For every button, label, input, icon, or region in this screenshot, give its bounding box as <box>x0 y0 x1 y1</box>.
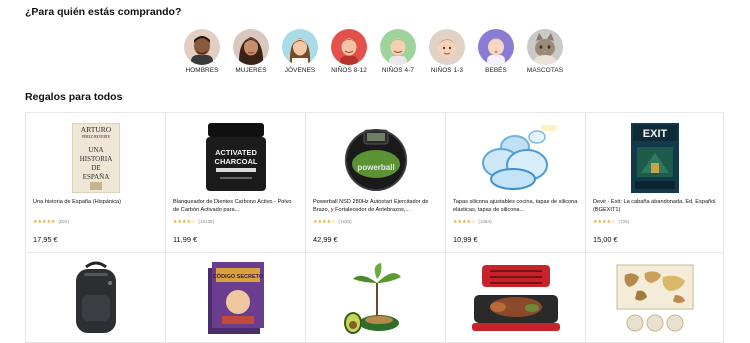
page-title: ¿Para quién estás comprando? <box>25 6 182 18</box>
book-title-line: HISTORIA <box>79 155 112 163</box>
jar-label-line: CHARCOAL <box>214 157 257 166</box>
review-count: (1064) <box>478 219 492 224</box>
book-author-surname: PÉREZ-REVERTE <box>81 134 110 139</box>
cat-avatar-icon <box>527 29 563 65</box>
category-mujeres[interactable]: MUJERES <box>227 29 275 74</box>
product-rating: ★★★★☆ (725) <box>593 219 629 225</box>
book-title-line: ESPAÑA <box>82 173 109 181</box>
silicone-lids-icon <box>446 121 585 195</box>
category-jovenes[interactable]: JÓVENES <box>276 29 324 74</box>
product-title[interactable]: Una historia de España (Hispánica) <box>33 198 159 215</box>
powerball-icon: powerball <box>306 121 445 195</box>
product-rating: ★★★★☆ (15135) <box>173 219 214 225</box>
category-ninos-8-12[interactable]: NIÑOS 8-12 <box>325 29 373 74</box>
toddler-avatar-icon <box>429 29 465 65</box>
review-count: (824) <box>58 219 70 224</box>
product-grid: ARTURO PÉREZ-REVERTE UNA HISTORIA DE ESP… <box>25 112 724 343</box>
card-game-box-icon: CÓDIGO SECRETO <box>166 261 305 335</box>
category-label: MASCOTAS <box>526 67 564 74</box>
category-label: HOMBRES <box>185 67 219 74</box>
category-ninos-4-7[interactable]: NIÑOS 4-7 <box>374 29 422 74</box>
product-price: 10,99 € <box>453 235 478 244</box>
star-rating-icon: ★★★★☆ <box>313 219 336 225</box>
product-card[interactable]: ARTURO PÉREZ-REVERTE UNA HISTORIA DE ESP… <box>26 113 166 253</box>
box-title: EXIT <box>642 128 667 140</box>
backpack-icon <box>26 261 165 335</box>
review-count: (725) <box>618 219 630 224</box>
product-rating: ★★★★☆ (1630) <box>313 219 352 225</box>
scratch-map-icon <box>586 261 723 335</box>
product-price: 42,99 € <box>313 235 338 244</box>
man-avatar-icon <box>184 29 220 65</box>
product-card[interactable] <box>586 253 724 343</box>
product-title[interactable]: Tapas silicona ajustables cocina, tapas … <box>453 198 579 215</box>
book-author: ARTURO <box>80 125 111 134</box>
jar-label-line: ACTIVATED <box>215 148 257 157</box>
charcoal-jar-icon: ACTIVATED CHARCOAL <box>166 121 305 195</box>
product-price: 11,99 € <box>173 235 198 244</box>
teen-avatar-icon <box>282 29 318 65</box>
product-card[interactable] <box>446 253 586 343</box>
ball-label: powerball <box>357 163 394 172</box>
product-rating: ★★★★☆ (1064) <box>453 219 492 225</box>
product-card[interactable] <box>26 253 166 343</box>
star-rating-icon: ★★★★☆ <box>453 219 476 225</box>
product-card[interactable]: powerball Powerball NSD 280Hz Autostart … <box>306 113 446 253</box>
board-game-box-icon: EXIT <box>586 121 723 195</box>
product-title[interactable]: Powerball NSD 280Hz Autostart Ejercitado… <box>313 198 439 215</box>
product-price: 15,00 € <box>593 235 618 244</box>
category-ninos-1-3[interactable]: NIÑOS 1-3 <box>423 29 471 74</box>
star-rating-icon: ★★★★★ <box>33 219 56 225</box>
product-rating: ★★★★★ (824) <box>33 219 69 225</box>
category-mascotas[interactable]: MASCOTAS <box>521 29 569 74</box>
book-title-line: UNA <box>88 146 103 154</box>
product-title[interactable]: Blanqueador de Dientes Carbono Activo - … <box>173 198 299 215</box>
product-card[interactable]: ACTIVATED CHARCOAL Blanqueador de Diente… <box>166 113 306 253</box>
category-bebes[interactable]: BEBÉS <box>472 29 520 74</box>
category-label: JÓVENES <box>284 67 316 74</box>
product-card[interactable]: Tapas silicona ajustables cocina, tapas … <box>446 113 586 253</box>
product-price: 17,95 € <box>33 235 58 244</box>
star-rating-icon: ★★★★☆ <box>173 219 196 225</box>
category-hombres[interactable]: HOMBRES <box>178 29 226 74</box>
category-label: MUJERES <box>235 67 267 74</box>
category-row: HOMBRES MUJERES JÓVENES NIÑOS 8-12 NIÑOS… <box>178 29 570 77</box>
avocado-plant-icon <box>306 261 445 335</box>
baby-avatar-icon <box>478 29 514 65</box>
grill-pan-icon <box>446 261 585 335</box>
star-rating-icon: ★★★★☆ <box>593 219 616 225</box>
book-cover-icon: ARTURO PÉREZ-REVERTE UNA HISTORIA DE ESP… <box>26 121 165 195</box>
product-card[interactable]: CÓDIGO SECRETO <box>166 253 306 343</box>
review-count: (15135) <box>198 219 215 224</box>
book-title-line: DE <box>91 164 100 172</box>
review-count: (1630) <box>338 219 352 224</box>
category-label: NIÑOS 8-12 <box>331 67 367 74</box>
product-card[interactable]: EXIT Devir - Exit: La cabaña abandonada,… <box>586 113 724 253</box>
category-label: NIÑOS 4-7 <box>381 67 415 74</box>
category-label: NIÑOS 1-3 <box>430 67 464 74</box>
kid-avatar-icon <box>331 29 367 65</box>
box-title: CÓDIGO SECRETO <box>212 272 263 280</box>
woman-avatar-icon <box>233 29 269 65</box>
child-avatar-icon <box>380 29 416 65</box>
section-title: Regalos para todos <box>25 91 123 103</box>
product-title[interactable]: Devir - Exit: La cabaña abandonada, Ed. … <box>593 198 719 215</box>
product-card[interactable] <box>306 253 446 343</box>
category-label: BEBÉS <box>485 67 507 74</box>
